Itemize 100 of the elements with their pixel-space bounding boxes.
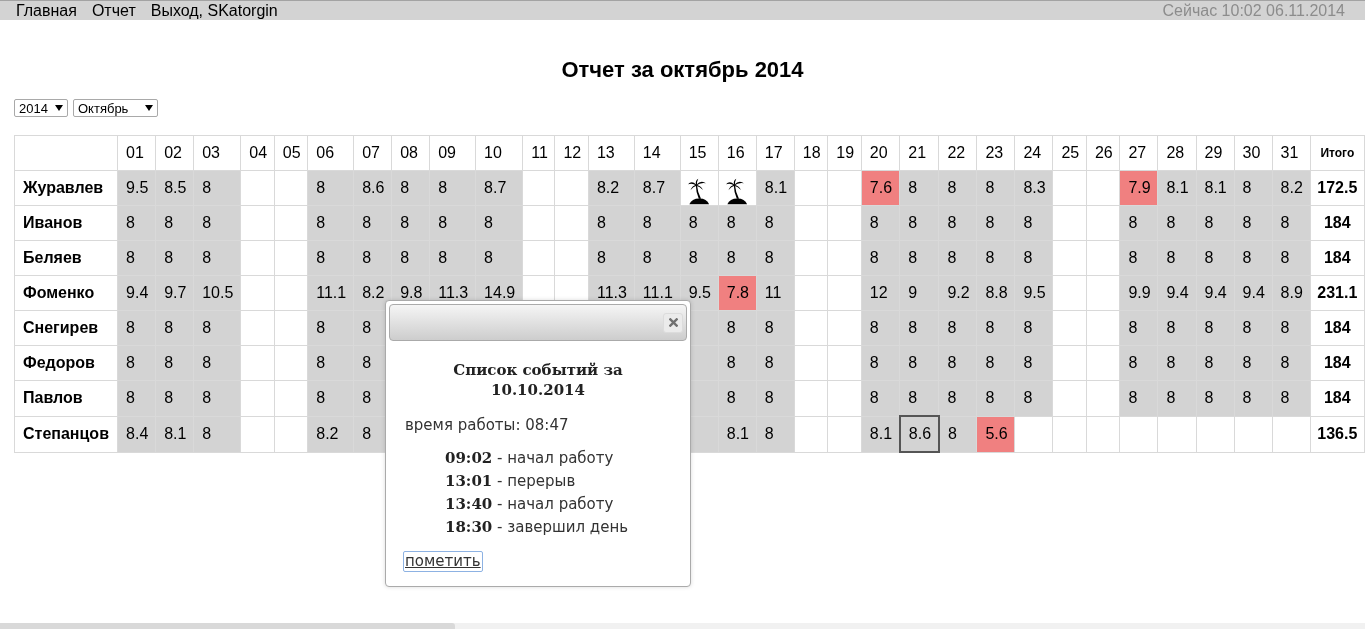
column-header: 05: [274, 135, 308, 171]
table-cell: 11.1: [307, 275, 354, 311]
close-icon: [668, 318, 678, 327]
column-header: 12: [554, 135, 589, 171]
event-item: 09:02 - начал работу: [445, 448, 614, 469]
column-header: 02: [155, 135, 194, 171]
event-item: 13:40 - начал работу: [445, 494, 614, 515]
column-header: 27: [1119, 135, 1158, 171]
table-cell: 8: [307, 205, 354, 241]
table-cell: 8: [193, 205, 241, 241]
table-cell: 8: [634, 240, 681, 276]
table-cell: 8: [307, 310, 354, 346]
table-cell: 8: [429, 170, 476, 206]
column-header: 26: [1086, 135, 1120, 171]
table-cell: 8: [307, 170, 354, 206]
table-cell: 8.2: [588, 170, 635, 206]
column-header: 18: [794, 135, 828, 171]
column-header: 13: [588, 135, 635, 171]
column-header: 30: [1234, 135, 1273, 171]
column-header: 04: [240, 135, 275, 171]
employee-name: Иванов: [14, 205, 118, 241]
total-cell: 231.1: [1310, 275, 1365, 311]
palm-tree-icon: [726, 178, 749, 205]
nav-link[interactable]: Главная: [16, 1, 77, 20]
column-header: 06: [307, 135, 354, 171]
column-header: 31: [1272, 135, 1311, 171]
table-cell: 8: [634, 205, 681, 241]
column-header: 10: [475, 135, 523, 171]
column-header: 07: [353, 135, 392, 171]
table-cell: 8: [193, 416, 241, 452]
column-header: 17: [756, 135, 795, 171]
table-cell: 8.6: [899, 416, 939, 452]
total-cell: 184: [1310, 345, 1365, 381]
table-cell: 8: [193, 310, 241, 346]
event-item: 13:01 - перерыв: [445, 471, 576, 492]
table-cell: 8.7: [634, 170, 681, 206]
column-header: 20: [861, 135, 900, 171]
column-header: 03: [193, 135, 241, 171]
total-cell: 184: [1310, 240, 1365, 276]
column-header: 11: [522, 135, 555, 171]
column-header: 14: [634, 135, 681, 171]
employee-name: Степанцов: [14, 416, 118, 452]
dropdown[interactable]: Октябрь: [73, 99, 158, 117]
table-cell: 8: [588, 205, 635, 241]
table-cell: 8: [193, 240, 241, 276]
clock-text: Сейчас 10:02 06.11.2014: [1162, 1, 1345, 20]
column-header: 08: [391, 135, 430, 171]
total-cell: 136.5: [1310, 416, 1365, 452]
table-cell: 8: [193, 380, 241, 416]
nav-link[interactable]: Отчет: [91, 1, 136, 20]
employee-name: Беляев: [14, 240, 118, 276]
table-cell: 8.7: [475, 170, 523, 206]
table-cell: 8: [475, 240, 523, 276]
table-cell: 8: [588, 240, 635, 276]
table-cell: 8: [193, 170, 241, 206]
column-header: 15: [680, 135, 719, 171]
page-title: Отчет за октябрь 2014: [561, 57, 804, 82]
total-cell: 184: [1310, 310, 1365, 346]
scrollbar-thumb[interactable]: [0, 623, 455, 629]
dropdown[interactable]: 2014: [14, 99, 68, 117]
column-header: 24: [1014, 135, 1053, 171]
table-cell: 10.5: [193, 275, 241, 311]
horizontal-scrollbar[interactable]: [0, 623, 1365, 629]
table-cell: 8: [193, 345, 241, 381]
table-cell: 8: [307, 240, 354, 276]
caret-icon: [55, 105, 63, 111]
total-cell: 172.5: [1310, 170, 1365, 206]
column-header: 25: [1052, 135, 1087, 171]
column-header: 22: [938, 135, 977, 171]
work-time-text: время работы: 08:47: [405, 415, 569, 435]
table-cell: 8: [307, 380, 354, 416]
table-cell: 8.2: [307, 416, 354, 452]
employee-name: Снегирев: [14, 310, 118, 346]
table-cell: 8: [475, 205, 523, 241]
event-item: 18:30 - завершил день: [445, 517, 629, 538]
employee-name: Фоменко: [14, 275, 118, 311]
column-header: 29: [1196, 135, 1235, 171]
column-header: 01: [117, 135, 156, 171]
column-header: 16: [718, 135, 757, 171]
nav-link[interactable]: Выход, SKatorgin: [150, 1, 278, 20]
table-cell: 8: [429, 205, 476, 241]
palm-tree-icon: [688, 178, 711, 205]
column-header: 19: [827, 135, 862, 171]
total-cell: 184: [1310, 205, 1365, 241]
column-header: 09: [429, 135, 476, 171]
caret-icon: [145, 105, 153, 111]
close-button[interactable]: [663, 312, 683, 333]
employee-name: Журавлев: [14, 170, 118, 206]
total-cell: 184: [1310, 380, 1365, 416]
employee-name: Павлов: [14, 380, 118, 416]
column-header: Итого: [1310, 135, 1365, 171]
mark-button[interactable]: пометить: [403, 551, 483, 572]
table-cell: 8: [307, 345, 354, 381]
column-header: 28: [1157, 135, 1196, 171]
dialog-heading: Список событий за 10.10.2014: [452, 360, 624, 400]
column-header: 21: [899, 135, 939, 171]
column-header: 23: [976, 135, 1015, 171]
employee-name: Федоров: [14, 345, 118, 381]
table-cell: 8.1: [861, 416, 900, 452]
table-cell: 8: [429, 240, 476, 276]
